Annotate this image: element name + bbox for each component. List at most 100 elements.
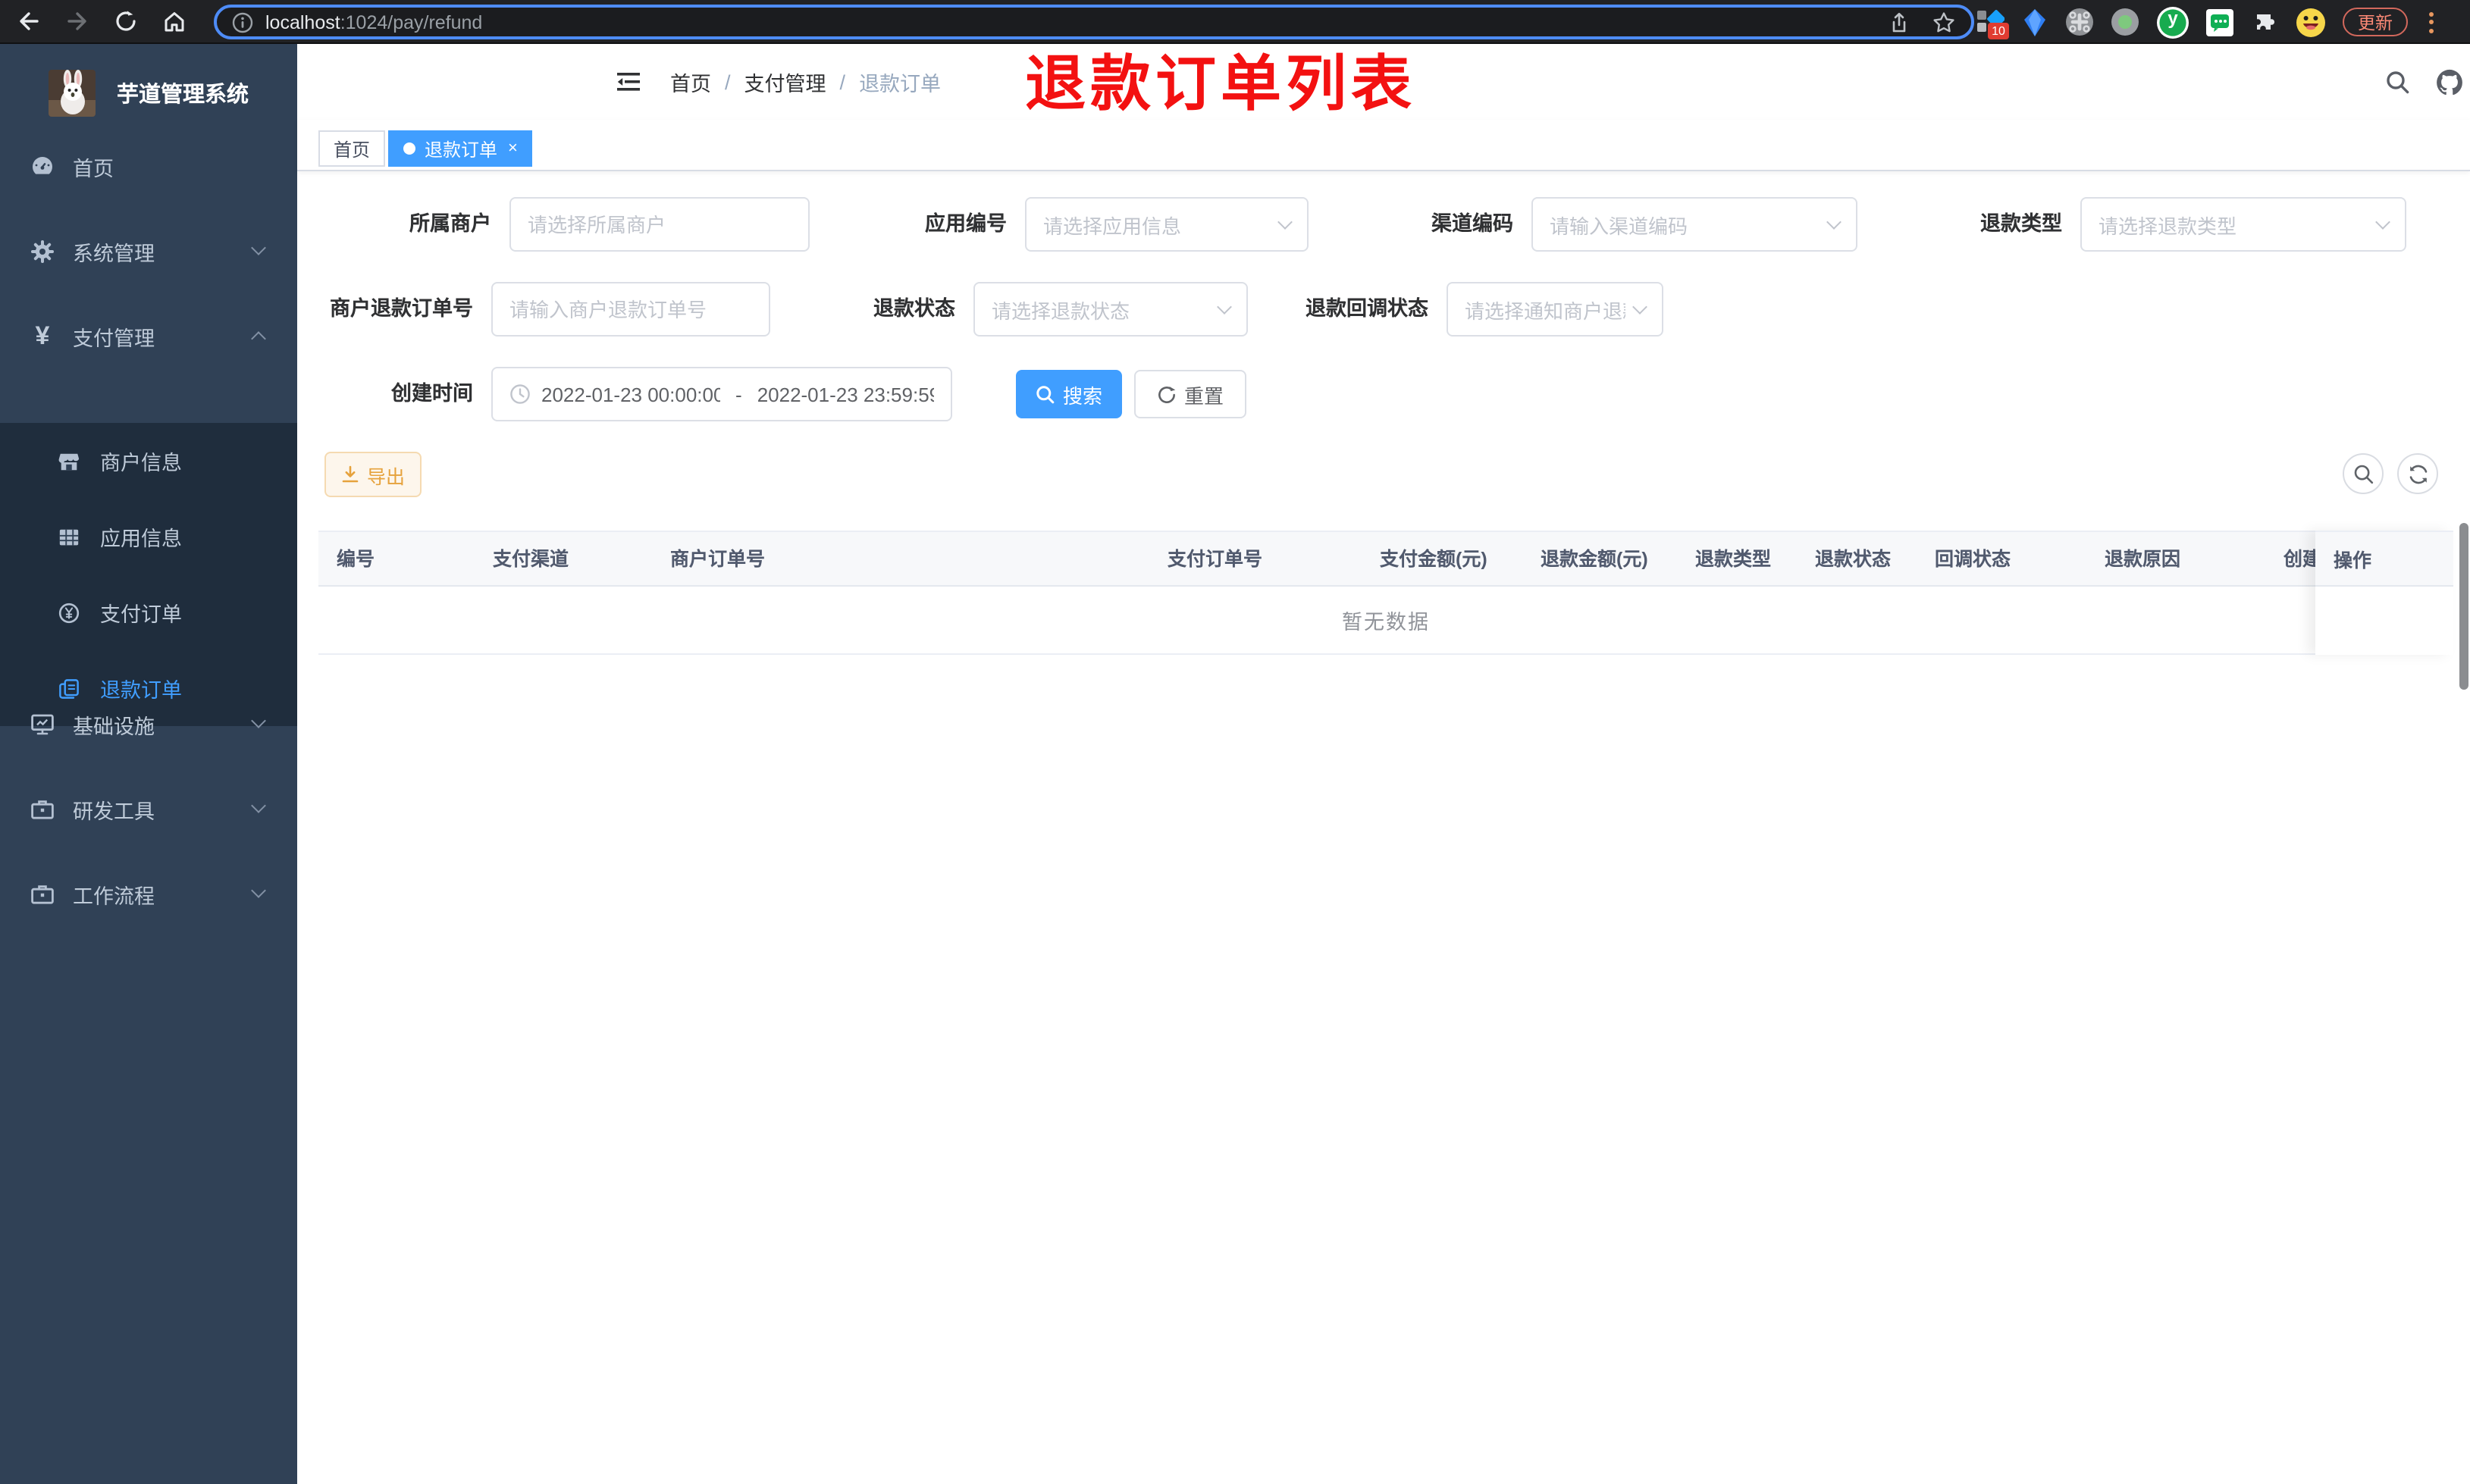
chevron-down-icon: [1632, 299, 1647, 315]
sidebar-item-pay-order[interactable]: 支付订单: [0, 575, 297, 650]
reload-icon: [116, 11, 136, 31]
col-refund-reason: 退款原因: [2105, 549, 2181, 570]
sidebar-item-workflow[interactable]: 工作流程: [0, 852, 297, 937]
sidebar: 芋道管理系统 首页 系统管理 ¥ 支付管理 商户信息 应用信息 支付订单 退款订…: [0, 44, 297, 1484]
page-scrollbar[interactable]: [2459, 523, 2468, 690]
col-refund-type: 退款类型: [1695, 549, 1772, 570]
sidebar-item-pay[interactable]: ¥ 支付管理: [0, 294, 297, 379]
profile-emoji-icon[interactable]: [2296, 7, 2326, 37]
briefcase-icon: [31, 885, 54, 904]
app-logo-row[interactable]: 芋道管理系统: [0, 59, 297, 126]
browser-menu-button[interactable]: [2425, 11, 2438, 33]
col-id: 编号: [337, 549, 375, 570]
header-search-button[interactable]: [2378, 44, 2417, 120]
sidebar-item-infra[interactable]: 基础设施: [0, 682, 297, 767]
col-create-time-clipped: 创建时间: [2283, 549, 2315, 570]
briefcase-icon: [31, 800, 54, 819]
browser-home-button[interactable]: [155, 5, 194, 38]
bookmark-star-icon[interactable]: [1932, 10, 1956, 34]
app-window: localhost:1024/pay/refund 10 y 更新 芋道管理系统…: [0, 0, 2470, 1484]
site-info-icon: [232, 11, 253, 33]
refund-no-input[interactable]: [509, 298, 752, 321]
browser-update-button[interactable]: 更新: [2343, 8, 2408, 36]
tab-refund-order[interactable]: 退款订单 ×: [388, 130, 533, 167]
filter-select-channel[interactable]: 请输入渠道编码: [1531, 197, 1857, 252]
url-text: localhost:1024/pay/refund: [265, 11, 483, 33]
col-pay-channel: 支付渠道: [493, 549, 569, 570]
extension-y-icon[interactable]: y: [2156, 5, 2189, 39]
share-icon[interactable]: [1888, 10, 1910, 34]
breadcrumb-home[interactable]: 首页: [670, 67, 711, 97]
col-refund-status: 退款状态: [1815, 549, 1892, 570]
sidebar-item-app-info[interactable]: 应用信息: [0, 499, 297, 575]
filter-label-callback-status: 退款回调状态: [1306, 297, 1428, 320]
browser-extensions: 10 y 更新: [1965, 0, 2438, 44]
pay-submenu: 商户信息 应用信息 支付订单 退款订单: [0, 423, 297, 726]
tab-home[interactable]: 首页: [318, 130, 386, 167]
filter-select-refund-type[interactable]: 请选择退款类型: [2080, 197, 2406, 252]
filter-select-app[interactable]: 请选择应用信息: [1025, 197, 1309, 252]
search-icon: [2386, 70, 2409, 93]
breadcrumb: 首页 / 支付管理 / 退款订单: [670, 44, 941, 120]
filter-input-refund-no[interactable]: [491, 282, 770, 337]
toggle-search-button[interactable]: [2343, 453, 2384, 494]
dashboard-icon: [33, 157, 53, 174]
filter-date-range[interactable]: 2022-01-23 00:00:00 - 2022-01-23 23:59:5…: [491, 367, 952, 421]
filter-input-merchant[interactable]: [509, 197, 810, 252]
filter-label-create-time: 创建时间: [391, 382, 473, 405]
col-merchant-order-no: 商户订单号: [670, 549, 766, 570]
extension-chat-icon[interactable]: [2206, 8, 2233, 36]
chevron-down-icon: [251, 798, 266, 813]
extensions-puzzle-icon[interactable]: [2250, 8, 2279, 36]
breadcrumb-current: 退款订单: [859, 73, 942, 95]
yen-circle-icon: [58, 602, 80, 623]
sidebar-collapse-button[interactable]: [610, 44, 646, 120]
app-logo-rabbit: [49, 69, 96, 116]
col-refund-amount: 退款金额(元): [1541, 549, 1648, 570]
chevron-down-icon: [251, 240, 266, 255]
browser-reload-button[interactable]: [106, 5, 146, 38]
extension-tab-manager-icon[interactable]: 10: [1974, 5, 2009, 39]
refresh-table-button[interactable]: [2397, 453, 2438, 494]
filter-select-refund-status[interactable]: 请选择退款状态: [973, 282, 1248, 337]
browser-back-button[interactable]: [9, 5, 49, 38]
yen-icon: ¥: [35, 321, 50, 350]
refresh-icon: [1158, 386, 1176, 402]
table-header-row: 编号 支付渠道 商户订单号 支付订单号 支付金额(元) 退款金额(元) 退款类型…: [318, 531, 2453, 587]
chevron-down-icon: [1277, 214, 1293, 230]
sidebar-item-devtools[interactable]: 研发工具: [0, 767, 297, 852]
reset-button[interactable]: 重置: [1134, 370, 1246, 418]
home-icon: [165, 12, 184, 32]
download-icon: [342, 465, 359, 483]
sidebar-item-merchant-info[interactable]: 商户信息: [0, 423, 297, 499]
breadcrumb-pay[interactable]: 支付管理: [744, 67, 826, 97]
chevron-down-icon: [2375, 214, 2390, 230]
forward-icon: [67, 12, 86, 30]
filter-label-app: 应用编号: [925, 212, 1007, 235]
filter-label-refund-no: 商户退款订单号: [330, 297, 473, 320]
sidebar-item-system[interactable]: 系统管理: [0, 209, 297, 294]
col-pay-order-no: 支付订单号: [1168, 549, 1263, 570]
empty-text: 暂无数据: [1342, 611, 1430, 634]
github-link-button[interactable]: [2428, 44, 2470, 120]
filter-label-refund-type: 退款类型: [1980, 212, 2062, 235]
export-button[interactable]: 导出: [324, 452, 422, 497]
table-empty-row: 暂无数据: [318, 587, 2453, 655]
merchant-input[interactable]: [528, 213, 791, 236]
chevron-down-icon: [1826, 214, 1842, 230]
tab-close-icon[interactable]: ×: [508, 139, 518, 157]
extension-recorder-icon[interactable]: [2111, 8, 2139, 36]
top-navbar: 首页 / 支付管理 / 退款订单 ? TT: [297, 44, 2470, 120]
search-button[interactable]: 搜索: [1016, 370, 1122, 418]
filter-label-refund-status: 退款状态: [873, 297, 955, 320]
filter-select-callback-status[interactable]: 请选择通知商户退款结果的: [1447, 282, 1663, 337]
chevron-down-icon: [251, 713, 266, 728]
table-grid-icon: [59, 528, 79, 545]
sidebar-item-home[interactable]: 首页: [0, 124, 297, 209]
extension-cmd-icon[interactable]: [2065, 8, 2094, 36]
extension-gem-icon[interactable]: [2021, 7, 2048, 37]
browser-forward-button[interactable]: [58, 5, 97, 38]
search-icon: [2353, 464, 2373, 484]
address-bar[interactable]: localhost:1024/pay/refund: [214, 5, 1974, 39]
app-title: 芋道管理系统: [117, 83, 249, 107]
